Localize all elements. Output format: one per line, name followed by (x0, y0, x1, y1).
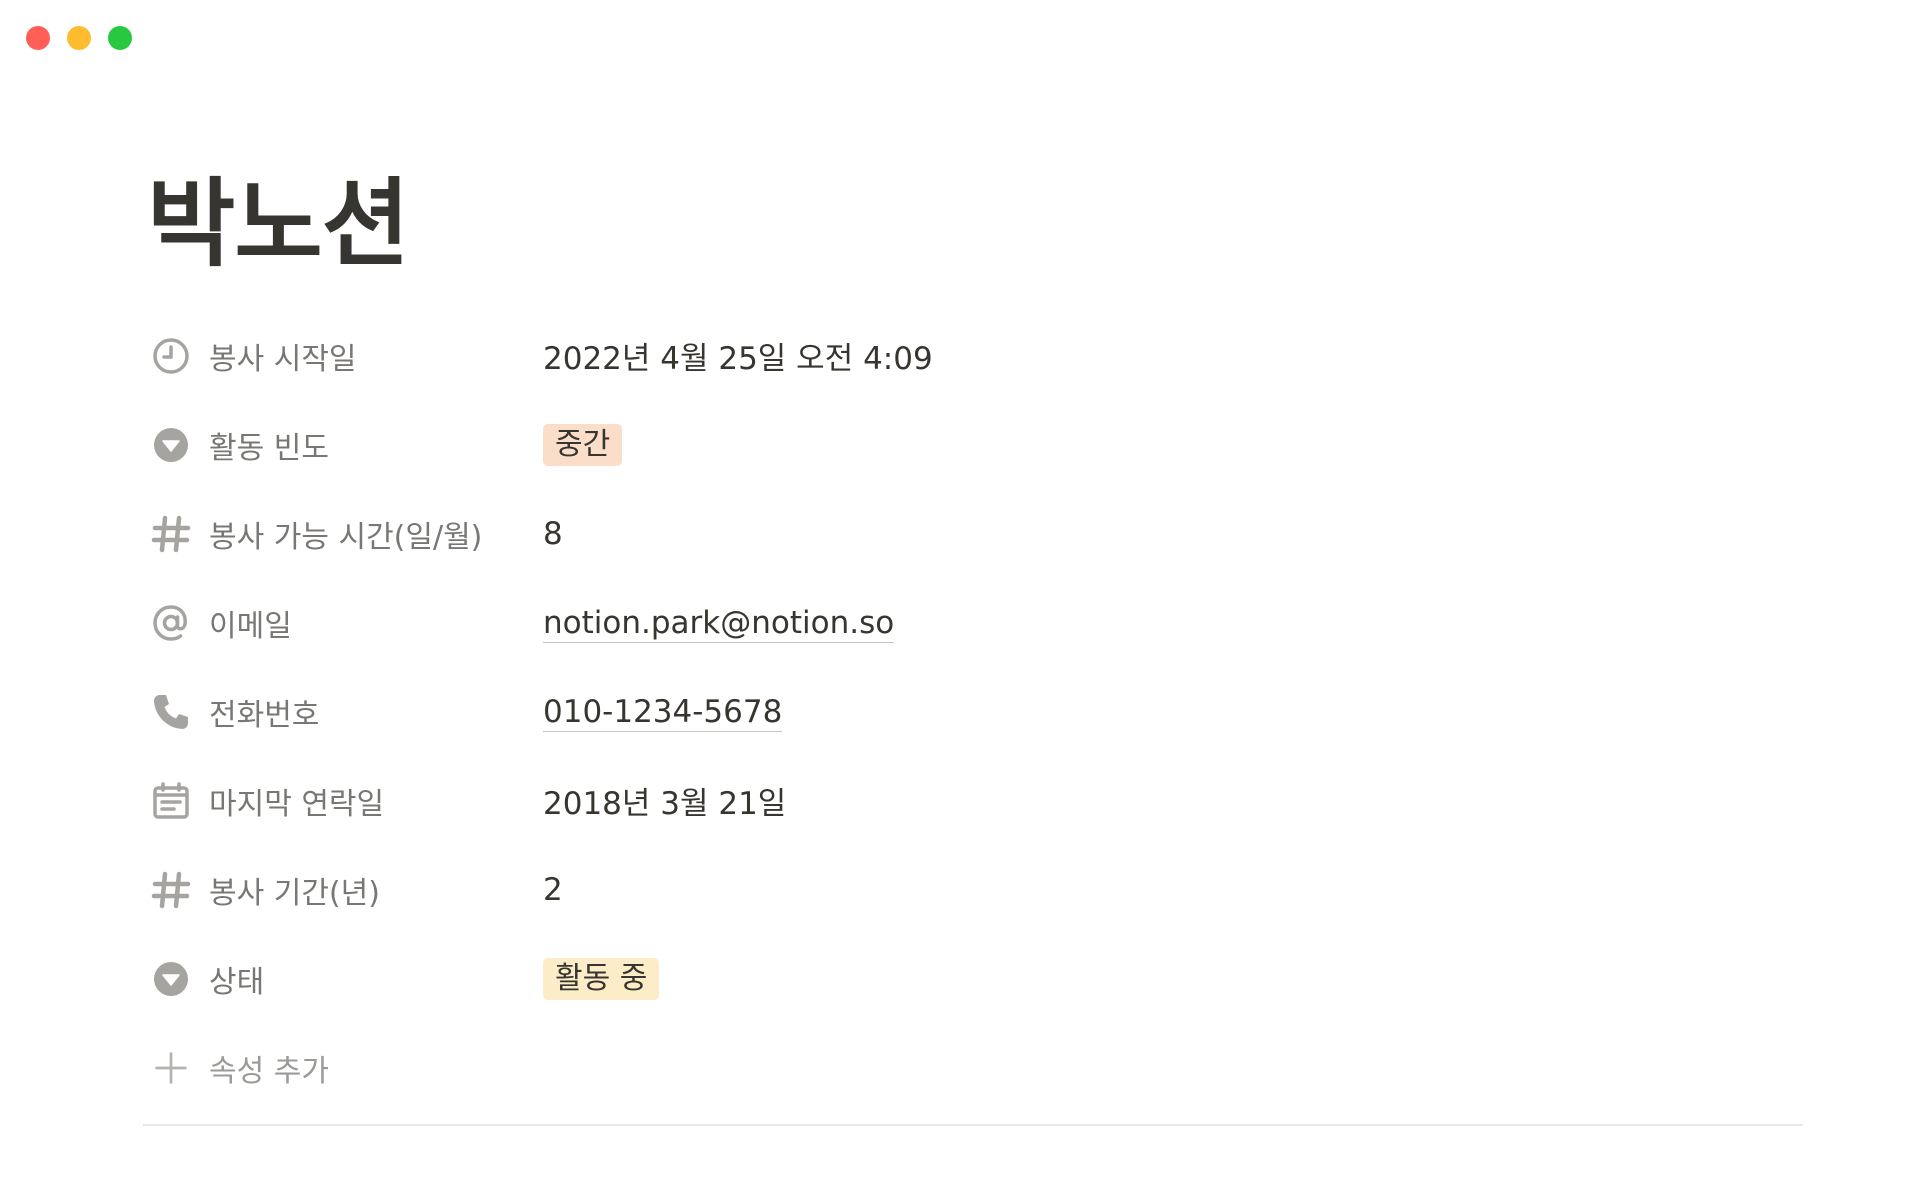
property-row-last-contact: 마지막 연락일 2018년 3월 21일 (143, 756, 1803, 845)
properties-list: 봉사 시작일 2022년 4월 25일 오전 4:09 활동 빈도 중간 봉사 … (143, 311, 1803, 1112)
page-title[interactable]: 박노션 (143, 160, 1803, 288)
tag-active[interactable]: 활동 중 (543, 957, 660, 1000)
property-row-available-hours: 봉사 가능 시간(일/월) 8 (143, 489, 1803, 578)
divider (143, 1124, 1803, 1126)
property-label[interactable]: 봉사 가능 시간(일/월) (143, 506, 543, 562)
plus-icon (143, 1040, 199, 1096)
property-value[interactable]: 활동 중 (543, 957, 660, 1000)
email-link[interactable]: notion.park@notion.so (543, 604, 895, 643)
property-value[interactable]: 중간 (543, 423, 623, 466)
add-property-button[interactable]: 속성 추가 (143, 1023, 1803, 1112)
property-row-email: 이메일 notion.park@notion.so (143, 578, 1803, 667)
calendar-icon (143, 773, 199, 829)
property-row-start-date: 봉사 시작일 2022년 4월 25일 오전 4:09 (143, 311, 1803, 400)
property-value[interactable]: 2022년 4월 25일 오전 4:09 (543, 333, 933, 378)
hash-icon (143, 862, 199, 918)
page-content: 박노션 봉사 시작일 2022년 4월 25일 오전 4:09 활동 빈도 중간… (143, 160, 1803, 1126)
phone-link[interactable]: 010-1234-5678 (543, 693, 783, 732)
property-value[interactable]: 2018년 3월 21일 (543, 778, 786, 823)
property-value[interactable]: 2 (543, 872, 563, 908)
property-label-text: 마지막 연락일 (209, 786, 385, 822)
property-row-status: 상태 활동 중 (143, 934, 1803, 1023)
phone-icon (143, 684, 199, 740)
property-value[interactable]: notion.park@notion.so (543, 604, 895, 643)
property-row-frequency: 활동 빈도 중간 (143, 400, 1803, 489)
property-label-text: 이메일 (209, 608, 292, 644)
clock-icon (143, 328, 199, 384)
window-controls (26, 26, 132, 50)
property-label[interactable]: 전화번호 (143, 684, 543, 740)
property-label[interactable]: 활동 빈도 (143, 417, 543, 473)
select-icon (143, 417, 199, 473)
minimize-button[interactable] (67, 26, 91, 50)
add-property-label: 속성 추가 (209, 1053, 329, 1089)
property-label[interactable]: 상태 (143, 951, 543, 1007)
property-label-text: 봉사 기간(년) (209, 875, 380, 911)
property-row-phone: 전화번호 010-1234-5678 (143, 667, 1803, 756)
tag-medium[interactable]: 중간 (543, 423, 623, 466)
at-icon (143, 595, 199, 651)
property-label[interactable]: 봉사 기간(년) (143, 862, 543, 918)
property-value[interactable]: 010-1234-5678 (543, 693, 783, 732)
close-button[interactable] (26, 26, 50, 50)
property-row-service-years: 봉사 기간(년) 2 (143, 845, 1803, 934)
property-label-text: 상태 (209, 964, 265, 1000)
property-label[interactable]: 봉사 시작일 (143, 328, 543, 384)
zoom-button[interactable] (108, 26, 132, 50)
hash-icon (143, 506, 199, 562)
property-label[interactable]: 이메일 (143, 595, 543, 651)
property-label-text: 전화번호 (209, 697, 320, 733)
select-icon (143, 951, 199, 1007)
property-label-text: 봉사 시작일 (209, 341, 357, 377)
app-window: 박노션 봉사 시작일 2022년 4월 25일 오전 4:09 활동 빈도 중간… (0, 0, 1920, 1200)
property-value[interactable]: 8 (543, 516, 563, 552)
property-label[interactable]: 마지막 연락일 (143, 773, 543, 829)
property-label-text: 활동 빈도 (209, 430, 329, 466)
property-label-text: 봉사 가능 시간(일/월) (209, 519, 483, 555)
